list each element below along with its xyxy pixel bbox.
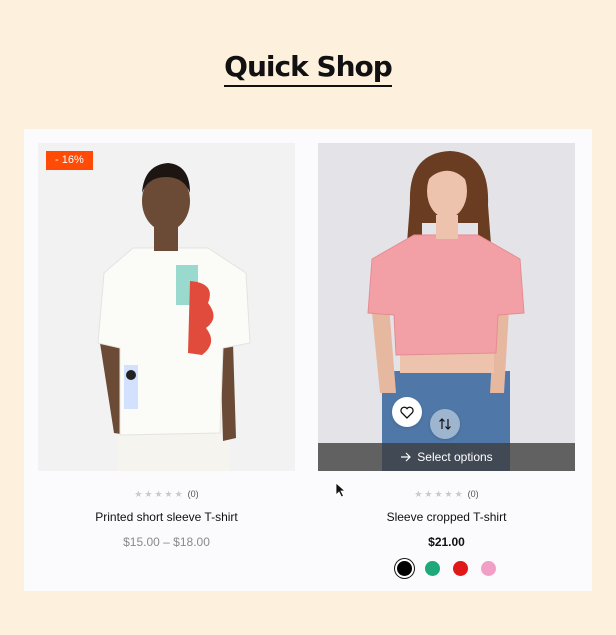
star-rating: ★★★★★ (0) [414, 489, 479, 499]
quick-shop-panel: - 16% ★★★★★ (0) Printed short sleeve T-sh… [24, 129, 592, 591]
select-options-label: Select options [417, 450, 493, 464]
section-title: Quick Shop [224, 50, 393, 87]
rating-count: (0) [467, 489, 479, 499]
swatch-green[interactable] [425, 561, 440, 576]
product-price: $21.00 [428, 535, 465, 549]
wishlist-button[interactable] [392, 397, 422, 427]
swatch-pink[interactable] [481, 561, 496, 576]
select-options-button[interactable]: Select options [318, 443, 575, 471]
swatch-black[interactable] [397, 561, 412, 576]
rating-count: (0) [187, 489, 199, 499]
product-card[interactable]: Select options ★★★★★ (0) Sleeve cropped T… [318, 143, 575, 576]
color-swatches [318, 561, 575, 576]
product-image[interactable]: Select options [318, 143, 575, 471]
arrow-right-icon [401, 452, 412, 462]
section-heading: Quick Shop [0, 50, 616, 87]
model-photo [97, 163, 251, 471]
product-name[interactable]: Printed short sleeve T-shirt [38, 510, 295, 524]
star-rating: ★★★★★ (0) [134, 489, 199, 499]
product-image[interactable]: - 16% [38, 143, 295, 471]
product-price: $15.00 – $18.00 [123, 535, 210, 549]
cursor-icon [335, 482, 347, 498]
heart-icon [400, 406, 414, 419]
compare-arrows-icon [439, 418, 451, 430]
product-name[interactable]: Sleeve cropped T-shirt [318, 510, 575, 524]
compare-button[interactable] [430, 409, 460, 439]
swatch-red[interactable] [453, 561, 468, 576]
discount-badge: - 16% [46, 151, 93, 170]
product-card[interactable]: - 16% ★★★★★ (0) Printed short sleeve T-sh… [38, 143, 295, 549]
